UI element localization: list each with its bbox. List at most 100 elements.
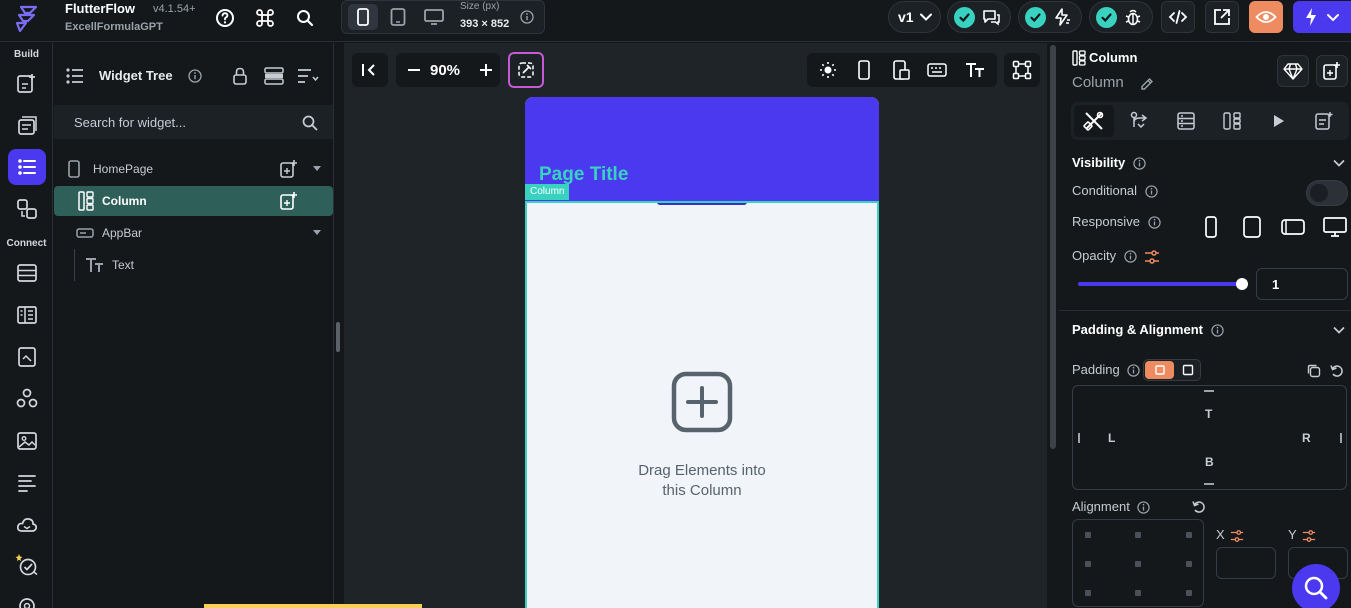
debug-status[interactable] [1089, 1, 1153, 33]
actions-status[interactable] [1018, 1, 1082, 33]
cloud-functions-icon[interactable] [8, 507, 46, 543]
opacity-slider-track[interactable] [1078, 282, 1242, 286]
caret-down-icon[interactable] [313, 230, 321, 236]
chevron-down-icon[interactable] [1332, 323, 1346, 337]
canvas-scrollbar[interactable] [1048, 43, 1058, 608]
tree-item-column[interactable]: Column [54, 186, 333, 216]
tab-backend-query[interactable] [1166, 105, 1206, 137]
copy-icon[interactable] [1306, 363, 1322, 379]
keyboard-icon[interactable] [924, 58, 950, 82]
collapse-panel-button[interactable] [352, 53, 388, 87]
opacity-input[interactable]: 1 [1256, 268, 1348, 300]
variable-icon[interactable] [1144, 249, 1160, 265]
phone-device-button[interactable] [348, 4, 378, 30]
widget-search-input[interactable] [74, 113, 294, 131]
info-icon[interactable] [1137, 501, 1151, 514]
visibility-section-title[interactable]: Visibility [1072, 155, 1146, 170]
padding-bottom-handle[interactable] [1204, 483, 1214, 485]
lock-icon[interactable] [232, 67, 248, 90]
align-top-center[interactable] [1135, 532, 1141, 538]
chevron-down-icon[interactable] [1332, 156, 1346, 170]
ai-gen-button[interactable] [508, 52, 544, 88]
search-icon[interactable] [291, 6, 319, 30]
add-child-button[interactable] [1316, 55, 1348, 87]
info-icon[interactable] [1133, 157, 1146, 170]
project-name[interactable]: ExcellFormulaGPT [65, 21, 163, 33]
notification-bar[interactable] [204, 604, 422, 608]
reset-icon[interactable] [1329, 363, 1345, 379]
settings-icon[interactable] [8, 588, 46, 608]
info-icon[interactable] [1127, 364, 1141, 377]
tab-actions[interactable] [1120, 105, 1160, 137]
diamond-button[interactable] [1277, 55, 1309, 87]
sort-options-icon[interactable] [297, 67, 319, 90]
padding-top-label[interactable]: T [1205, 407, 1212, 421]
padding-left-label[interactable]: L [1108, 431, 1115, 445]
align-top-right[interactable] [1186, 532, 1192, 538]
align-top-left[interactable] [1085, 532, 1091, 538]
info-icon[interactable] [1210, 324, 1224, 337]
info-icon[interactable] [1124, 250, 1137, 263]
variable-icon[interactable] [1302, 529, 1316, 543]
integrations-icon[interactable] [8, 381, 46, 417]
rotate-device-icon[interactable] [888, 58, 914, 82]
align-center[interactable] [1135, 561, 1141, 567]
search-help-button[interactable] [1292, 564, 1340, 608]
responsive-desktop-toggle[interactable] [1321, 215, 1349, 239]
info-icon[interactable] [1147, 216, 1161, 229]
align-x-input[interactable] [1216, 547, 1276, 579]
align-bottom-right[interactable] [1186, 590, 1192, 596]
padding-section-title[interactable]: Padding & Alignment [1072, 322, 1224, 337]
tablet-device-button[interactable] [383, 4, 413, 30]
caret-down-icon[interactable] [313, 166, 321, 172]
command-icon[interactable] [251, 6, 279, 30]
padding-top-handle[interactable] [1204, 390, 1214, 392]
edit-icon[interactable] [1139, 76, 1155, 92]
desktop-device-button[interactable] [419, 4, 449, 30]
version-select[interactable]: v1 [888, 1, 941, 33]
padding-bottom-label[interactable]: B [1205, 455, 1214, 469]
responsive-tablet-toggle[interactable] [1238, 215, 1266, 239]
media-assets-icon[interactable] [8, 339, 46, 375]
align-bottom-center[interactable] [1135, 590, 1141, 596]
reset-icon[interactable] [1191, 499, 1207, 515]
responsive-tablet-landscape-toggle[interactable] [1279, 215, 1307, 239]
opacity-slider-thumb[interactable] [1236, 278, 1248, 290]
size-value[interactable]: 393 × 852 [460, 18, 509, 30]
add-widget-icon[interactable] [279, 191, 299, 211]
align-bottom-left[interactable] [1085, 590, 1091, 596]
custom-code-icon[interactable] [8, 465, 46, 501]
page-title[interactable]: Page Title [539, 164, 628, 186]
align-center-right[interactable] [1186, 561, 1192, 567]
open-new-window-button[interactable] [1205, 1, 1239, 33]
tests-icon[interactable] [8, 547, 46, 583]
add-widget-icon[interactable] [279, 159, 299, 179]
tab-animations[interactable] [1258, 105, 1298, 137]
panel-resize-handle[interactable] [336, 322, 340, 352]
zoom-level[interactable]: 90% [430, 62, 460, 79]
tree-item-appbar[interactable]: AppBar [54, 218, 333, 248]
search-icon[interactable] [301, 114, 319, 132]
collapse-all-icon[interactable] [264, 67, 284, 90]
info-icon[interactable] [1144, 185, 1158, 198]
padding-uniform-option[interactable] [1173, 361, 1202, 379]
tree-item-text[interactable]: Text [54, 250, 333, 280]
portrait-icon[interactable] [851, 58, 877, 82]
align-center-left[interactable] [1085, 561, 1091, 567]
help-icon[interactable] [211, 6, 239, 30]
code-view-button[interactable] [1161, 1, 1195, 33]
widget-name[interactable]: Column [1072, 74, 1124, 91]
tab-documentation[interactable] [1304, 105, 1344, 137]
padding-right-label[interactable]: R [1302, 431, 1311, 445]
widget-tree-icon[interactable] [8, 149, 46, 185]
flutterflow-logo[interactable] [14, 5, 40, 33]
variable-icon[interactable] [1230, 529, 1244, 543]
info-icon[interactable] [520, 10, 534, 29]
api-calls-icon[interactable] [8, 297, 46, 333]
responsive-phone-toggle[interactable] [1197, 215, 1225, 239]
padding-right-handle[interactable] [1340, 433, 1342, 443]
run-button[interactable] [1293, 1, 1351, 33]
image-assets-icon[interactable] [8, 423, 46, 459]
text-scale-icon[interactable] [962, 58, 988, 82]
tab-layout[interactable] [1212, 105, 1252, 137]
